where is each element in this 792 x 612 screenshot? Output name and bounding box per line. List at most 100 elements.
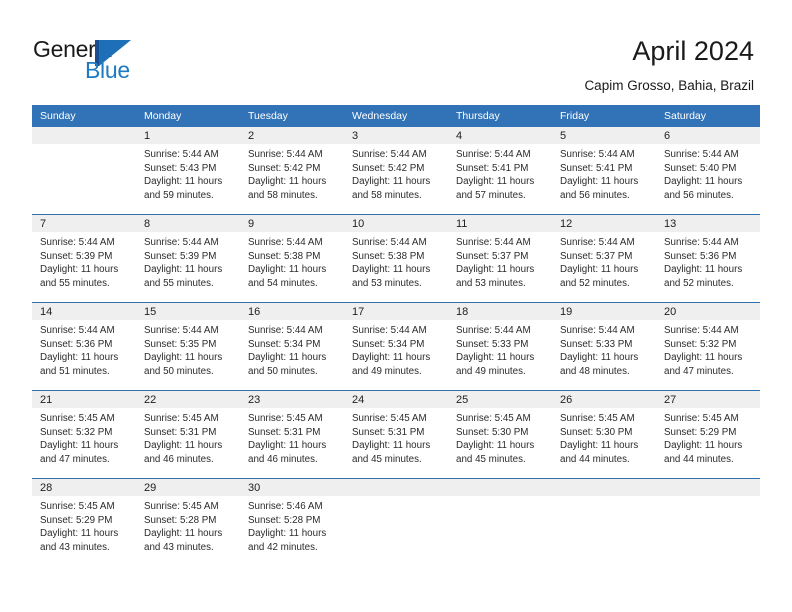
calendar-day-cell[interactable]: 30 Sunrise: 5:46 AM Sunset: 5:28 PM Dayligh… <box>240 478 344 566</box>
sunrise-text: Sunrise: 5:46 AM <box>248 501 323 512</box>
daylight-text-line2: and 52 minutes. <box>560 277 630 289</box>
calendar-day-cell[interactable]: 10 Sunrise: 5:44 AM Sunset: 5:38 PM Dayligh… <box>344 214 448 303</box>
calendar-day-cell[interactable]: 13 Sunrise: 5:44 AM Sunset: 5:36 PM Dayligh… <box>656 214 760 303</box>
sunset-text: Sunset: 5:38 PM <box>352 250 425 262</box>
sunrise-text: Sunrise: 5:45 AM <box>144 413 219 424</box>
daylight-text-line2: and 50 minutes. <box>144 365 214 377</box>
day-details: Sunrise: 5:44 AM Sunset: 5:41 PM Daylight:… <box>448 144 552 214</box>
daylight-text-line1: Daylight: 11 hours <box>456 264 535 276</box>
sunset-text: Sunset: 5:28 PM <box>248 514 321 526</box>
calendar-day-cell[interactable]: 17 Sunrise: 5:44 AM Sunset: 5:34 PM Dayligh… <box>344 302 448 391</box>
calendar-day-cell[interactable]: 22 Sunrise: 5:45 AM Sunset: 5:31 PM Dayligh… <box>136 390 240 479</box>
calendar-day-cell[interactable]: 11 Sunrise: 5:44 AM Sunset: 5:37 PM Dayligh… <box>448 214 552 303</box>
sunrise-text: Sunrise: 5:44 AM <box>144 149 219 160</box>
sunrise-text: Sunrise: 5:44 AM <box>352 325 427 336</box>
calendar-day-cell[interactable]: 25 Sunrise: 5:45 AM Sunset: 5:30 PM Dayligh… <box>448 390 552 479</box>
day-details: Sunrise: 5:44 AM Sunset: 5:37 PM Daylight:… <box>448 232 552 302</box>
calendar-day-cell-empty <box>448 478 552 566</box>
day-number <box>448 479 552 496</box>
day-number: 9 <box>240 215 344 232</box>
day-details: Sunrise: 5:45 AM Sunset: 5:31 PM Daylight:… <box>344 408 448 478</box>
daylight-text-line1: Daylight: 11 hours <box>456 176 535 188</box>
day-number: 25 <box>448 391 552 408</box>
day-details: Sunrise: 5:45 AM Sunset: 5:28 PM Daylight:… <box>136 496 240 566</box>
day-number: 14 <box>32 303 136 320</box>
sunrise-text: Sunrise: 5:44 AM <box>248 325 323 336</box>
calendar-day-cell[interactable]: 14 Sunrise: 5:44 AM Sunset: 5:36 PM Dayligh… <box>32 302 136 391</box>
sunset-text: Sunset: 5:41 PM <box>560 162 633 174</box>
day-details: Sunrise: 5:45 AM Sunset: 5:31 PM Daylight:… <box>136 408 240 478</box>
weekday-header-thursday: Thursday <box>448 105 552 127</box>
daylight-text-line1: Daylight: 11 hours <box>248 264 327 276</box>
daylight-text-line1: Daylight: 11 hours <box>560 264 639 276</box>
sunset-text: Sunset: 5:39 PM <box>40 250 113 262</box>
day-number: 10 <box>344 215 448 232</box>
sunrise-text: Sunrise: 5:45 AM <box>248 413 323 424</box>
day-details: Sunrise: 5:45 AM Sunset: 5:29 PM Daylight:… <box>656 408 760 478</box>
day-number: 20 <box>656 303 760 320</box>
daylight-text-line1: Daylight: 11 hours <box>456 352 535 364</box>
sunrise-text: Sunrise: 5:44 AM <box>40 237 115 248</box>
calendar-day-cell[interactable]: 29 Sunrise: 5:45 AM Sunset: 5:28 PM Dayligh… <box>136 478 240 566</box>
calendar-day-cell[interactable]: 16 Sunrise: 5:44 AM Sunset: 5:34 PM Dayligh… <box>240 302 344 391</box>
calendar-day-cell[interactable]: 27 Sunrise: 5:45 AM Sunset: 5:29 PM Dayligh… <box>656 390 760 479</box>
calendar-week-row: 7 Sunrise: 5:44 AM Sunset: 5:39 PM Daylight… <box>32 214 760 303</box>
calendar-day-cell[interactable]: 9 Sunrise: 5:44 AM Sunset: 5:38 PM Daylight… <box>240 214 344 303</box>
daylight-text-line1: Daylight: 11 hours <box>664 176 743 188</box>
calendar-day-cell[interactable]: 6 Sunrise: 5:44 AM Sunset: 5:40 PM Daylight… <box>656 127 760 215</box>
day-details: Sunrise: 5:46 AM Sunset: 5:28 PM Daylight:… <box>240 496 344 566</box>
calendar-day-cell[interactable]: 18 Sunrise: 5:44 AM Sunset: 5:33 PM Dayligh… <box>448 302 552 391</box>
day-details <box>656 496 760 566</box>
daylight-text-line2: and 55 minutes. <box>144 277 214 289</box>
day-number: 15 <box>136 303 240 320</box>
calendar-day-cell[interactable]: 21 Sunrise: 5:45 AM Sunset: 5:32 PM Dayligh… <box>32 390 136 479</box>
sunrise-text: Sunrise: 5:44 AM <box>664 149 739 160</box>
calendar-day-cell[interactable]: 26 Sunrise: 5:45 AM Sunset: 5:30 PM Dayligh… <box>552 390 656 479</box>
day-number: 13 <box>656 215 760 232</box>
calendar-day-cell[interactable]: 8 Sunrise: 5:44 AM Sunset: 5:39 PM Daylight… <box>136 214 240 303</box>
day-details: Sunrise: 5:45 AM Sunset: 5:30 PM Daylight:… <box>552 408 656 478</box>
general-blue-logo[interactable]: General Blue <box>33 36 163 83</box>
daylight-text-line1: Daylight: 11 hours <box>352 264 431 276</box>
day-number: 5 <box>552 127 656 144</box>
day-details: Sunrise: 5:44 AM Sunset: 5:32 PM Daylight:… <box>656 320 760 390</box>
day-number: 19 <box>552 303 656 320</box>
calendar-day-cell[interactable]: 1 Sunrise: 5:44 AM Sunset: 5:43 PM Daylight… <box>136 127 240 215</box>
calendar-day-cell[interactable]: 24 Sunrise: 5:45 AM Sunset: 5:31 PM Dayligh… <box>344 390 448 479</box>
daylight-text-line1: Daylight: 11 hours <box>40 352 119 364</box>
sunrise-text: Sunrise: 5:44 AM <box>560 325 635 336</box>
calendar-day-cell[interactable]: 23 Sunrise: 5:45 AM Sunset: 5:31 PM Dayligh… <box>240 390 344 479</box>
calendar-day-cell[interactable]: 5 Sunrise: 5:44 AM Sunset: 5:41 PM Daylight… <box>552 127 656 215</box>
sunrise-text: Sunrise: 5:44 AM <box>560 149 635 160</box>
daylight-text-line2: and 47 minutes. <box>664 365 734 377</box>
sunset-text: Sunset: 5:30 PM <box>560 426 633 438</box>
day-details <box>552 496 656 566</box>
calendar-page: General Blue April 2024 Capim Grosso, Ba… <box>0 0 792 612</box>
sunrise-text: Sunrise: 5:44 AM <box>664 325 739 336</box>
calendar-day-cell[interactable]: 28 Sunrise: 5:45 AM Sunset: 5:29 PM Dayligh… <box>32 478 136 566</box>
daylight-text-line1: Daylight: 11 hours <box>664 352 743 364</box>
calendar-day-cell[interactable]: 2 Sunrise: 5:44 AM Sunset: 5:42 PM Daylight… <box>240 127 344 215</box>
sunset-text: Sunset: 5:29 PM <box>664 426 737 438</box>
sunset-text: Sunset: 5:40 PM <box>664 162 737 174</box>
calendar-day-cell[interactable]: 15 Sunrise: 5:44 AM Sunset: 5:35 PM Dayligh… <box>136 302 240 391</box>
calendar-day-cell[interactable]: 3 Sunrise: 5:44 AM Sunset: 5:42 PM Daylight… <box>344 127 448 215</box>
calendar-day-cell[interactable]: 4 Sunrise: 5:44 AM Sunset: 5:41 PM Daylight… <box>448 127 552 215</box>
calendar-day-cell[interactable]: 12 Sunrise: 5:44 AM Sunset: 5:37 PM Dayligh… <box>552 214 656 303</box>
sunset-text: Sunset: 5:35 PM <box>144 338 217 350</box>
daylight-text-line2: and 43 minutes. <box>144 541 214 553</box>
daylight-text-line1: Daylight: 11 hours <box>456 440 535 452</box>
day-details: Sunrise: 5:44 AM Sunset: 5:41 PM Daylight:… <box>552 144 656 214</box>
calendar-day-cell[interactable]: 20 Sunrise: 5:44 AM Sunset: 5:32 PM Dayligh… <box>656 302 760 391</box>
day-details: Sunrise: 5:45 AM Sunset: 5:30 PM Daylight:… <box>448 408 552 478</box>
day-number: 6 <box>656 127 760 144</box>
day-details: Sunrise: 5:44 AM Sunset: 5:38 PM Daylight:… <box>344 232 448 302</box>
day-details: Sunrise: 5:44 AM Sunset: 5:39 PM Daylight:… <box>32 232 136 302</box>
daylight-text-line1: Daylight: 11 hours <box>144 352 223 364</box>
day-details: Sunrise: 5:45 AM Sunset: 5:31 PM Daylight:… <box>240 408 344 478</box>
sunset-text: Sunset: 5:34 PM <box>352 338 425 350</box>
calendar-day-cell[interactable]: 19 Sunrise: 5:44 AM Sunset: 5:33 PM Dayligh… <box>552 302 656 391</box>
sunset-text: Sunset: 5:43 PM <box>144 162 217 174</box>
logo-text-blue: Blue <box>85 57 130 83</box>
calendar-day-cell[interactable]: 7 Sunrise: 5:44 AM Sunset: 5:39 PM Daylight… <box>32 214 136 303</box>
